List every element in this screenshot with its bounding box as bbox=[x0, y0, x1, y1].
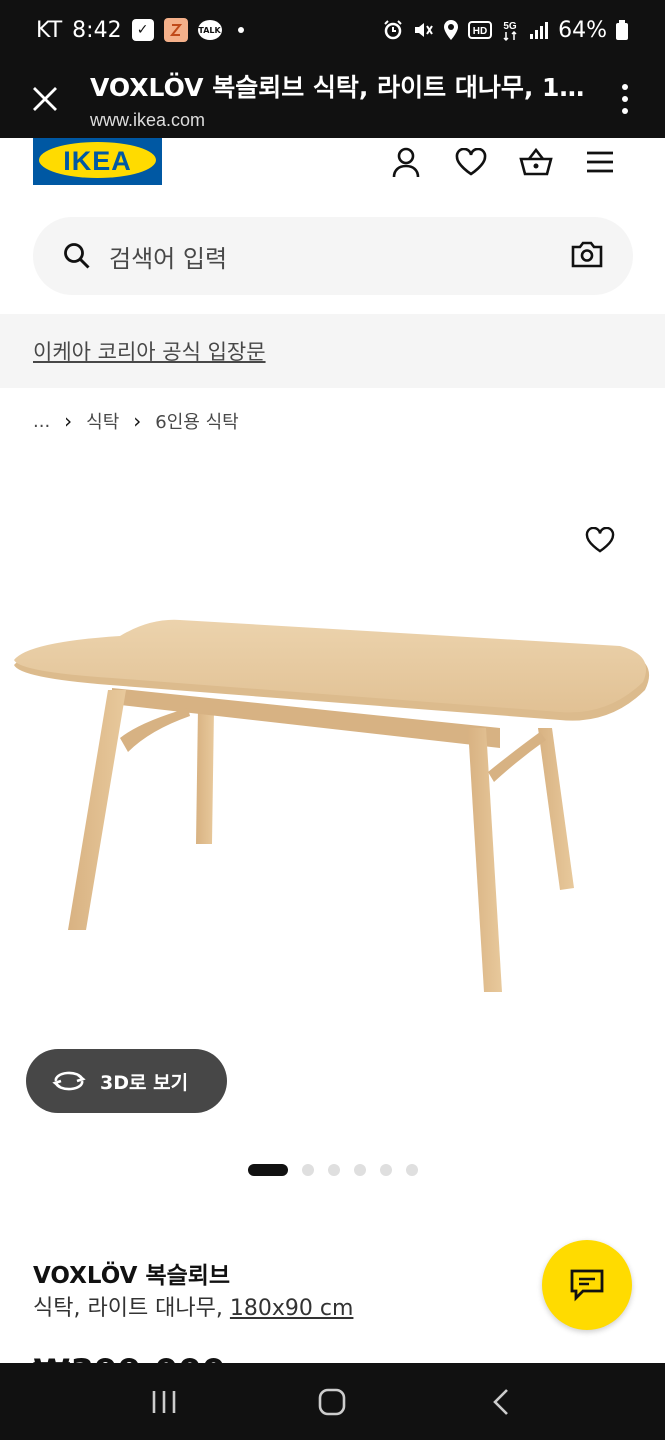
ikea-logo[interactable]: IKEA bbox=[33, 138, 162, 185]
clock: 8:42 bbox=[72, 17, 122, 43]
view-in-3d-label: 3D로 보기 bbox=[100, 1071, 189, 1094]
chat-bubble-icon bbox=[570, 1269, 604, 1302]
gallery-dot[interactable] bbox=[328, 1164, 340, 1176]
product-image[interactable] bbox=[0, 470, 665, 1150]
checkbox-notification-icon: ✓ bbox=[131, 19, 154, 41]
status-bar: KT 8:42 ✓ TALK HD 5G 64% bbox=[0, 0, 665, 60]
product-description: 식탁, 라이트 대나무, 180x90 cm bbox=[33, 1290, 353, 1322]
search-input[interactable]: 검색어 입력 bbox=[109, 239, 571, 274]
camera-search-button[interactable] bbox=[571, 240, 603, 272]
add-to-wishlist-button[interactable] bbox=[580, 520, 620, 560]
user-icon bbox=[392, 147, 420, 178]
talk-notification-icon: TALK bbox=[197, 20, 222, 40]
view-in-3d-button[interactable]: 3D로 보기 bbox=[26, 1049, 227, 1113]
page-url: www.ikea.com bbox=[90, 109, 206, 130]
location-icon bbox=[442, 19, 460, 41]
svg-text:5G: 5G bbox=[503, 21, 517, 32]
chat-button[interactable] bbox=[542, 1240, 632, 1330]
more-vertical-icon bbox=[622, 84, 628, 114]
wishlist-button[interactable] bbox=[451, 142, 491, 182]
menu-button[interactable] bbox=[580, 142, 620, 182]
home-icon bbox=[319, 1388, 346, 1415]
search-bar[interactable]: 검색어 입력 bbox=[33, 217, 633, 295]
breadcrumb: ... › 식탁 › 6인용 식탁 bbox=[33, 408, 239, 434]
breadcrumb-item-dining-tables[interactable]: 식탁 bbox=[86, 408, 119, 434]
gallery-dot[interactable] bbox=[380, 1164, 392, 1176]
hd-voice-icon: HD bbox=[468, 20, 493, 40]
5g-network-icon: 5G bbox=[500, 18, 520, 42]
browser-title-area[interactable]: VOXLÖV 복슬뢰브 식탁, 라이트 대나무, 18... www.ikea.… bbox=[90, 68, 585, 131]
gallery-dot[interactable] bbox=[302, 1164, 314, 1176]
home-button[interactable] bbox=[302, 1372, 362, 1432]
account-button[interactable] bbox=[386, 142, 426, 182]
close-icon bbox=[33, 87, 57, 111]
search-icon bbox=[64, 243, 90, 269]
back-button[interactable] bbox=[471, 1372, 531, 1432]
recents-icon bbox=[152, 1390, 176, 1413]
heart-icon bbox=[455, 148, 487, 176]
battery-icon bbox=[615, 19, 629, 41]
recent-apps-button[interactable] bbox=[134, 1372, 194, 1432]
cart-button[interactable] bbox=[516, 142, 556, 182]
system-navigation-bar bbox=[0, 1363, 665, 1440]
shopping-bag-icon bbox=[519, 147, 553, 176]
site-header: IKEA bbox=[0, 138, 665, 208]
heart-outline-icon bbox=[585, 527, 615, 553]
rotate-3d-icon bbox=[52, 1071, 86, 1091]
alarm-icon bbox=[382, 19, 404, 41]
hamburger-menu-icon bbox=[587, 151, 613, 173]
app-notification-icon bbox=[163, 18, 188, 42]
product-type: 식탁, 라이트 대나무, bbox=[33, 1296, 223, 1321]
browser-toolbar: VOXLÖV 복슬뢰브 식탁, 라이트 대나무, 18... www.ikea.… bbox=[0, 60, 665, 138]
page-title: VOXLÖV 복슬뢰브 식탁, 라이트 대나무, 18... bbox=[90, 72, 585, 102]
gallery-dot[interactable] bbox=[406, 1164, 418, 1176]
browser-menu-button[interactable] bbox=[585, 60, 665, 138]
gallery-dot[interactable] bbox=[354, 1164, 366, 1176]
dining-table-illustration bbox=[14, 619, 650, 992]
official-statement-link[interactable]: 이케아 코리아 공식 입장문 bbox=[33, 336, 266, 366]
breadcrumb-separator: › bbox=[133, 409, 142, 433]
breadcrumb-item-6-seat-tables[interactable]: 6인용 식탁 bbox=[155, 408, 238, 434]
back-chevron-icon bbox=[492, 1388, 508, 1415]
signal-strength-icon bbox=[528, 20, 550, 40]
camera-icon bbox=[571, 241, 603, 268]
notice-banner: 이케아 코리아 공식 입장문 bbox=[0, 314, 665, 388]
svg-text:HD: HD bbox=[473, 26, 487, 37]
battery-percent: 64% bbox=[558, 17, 607, 43]
mute-icon bbox=[412, 19, 434, 41]
product-name: VOXLÖV 복슬뢰브 bbox=[33, 1263, 231, 1289]
gallery-pagination bbox=[248, 1164, 418, 1176]
more-notifications-dot bbox=[237, 27, 244, 33]
product-size-link[interactable]: 180x90 cm bbox=[230, 1296, 354, 1321]
breadcrumb-separator: › bbox=[64, 409, 73, 433]
logo-text: IKEA bbox=[63, 146, 132, 176]
carrier-label: KT bbox=[36, 17, 63, 43]
close-tab-button[interactable] bbox=[0, 60, 90, 138]
gallery-dot[interactable] bbox=[248, 1164, 288, 1176]
breadcrumb-ellipsis[interactable]: ... bbox=[33, 411, 50, 432]
